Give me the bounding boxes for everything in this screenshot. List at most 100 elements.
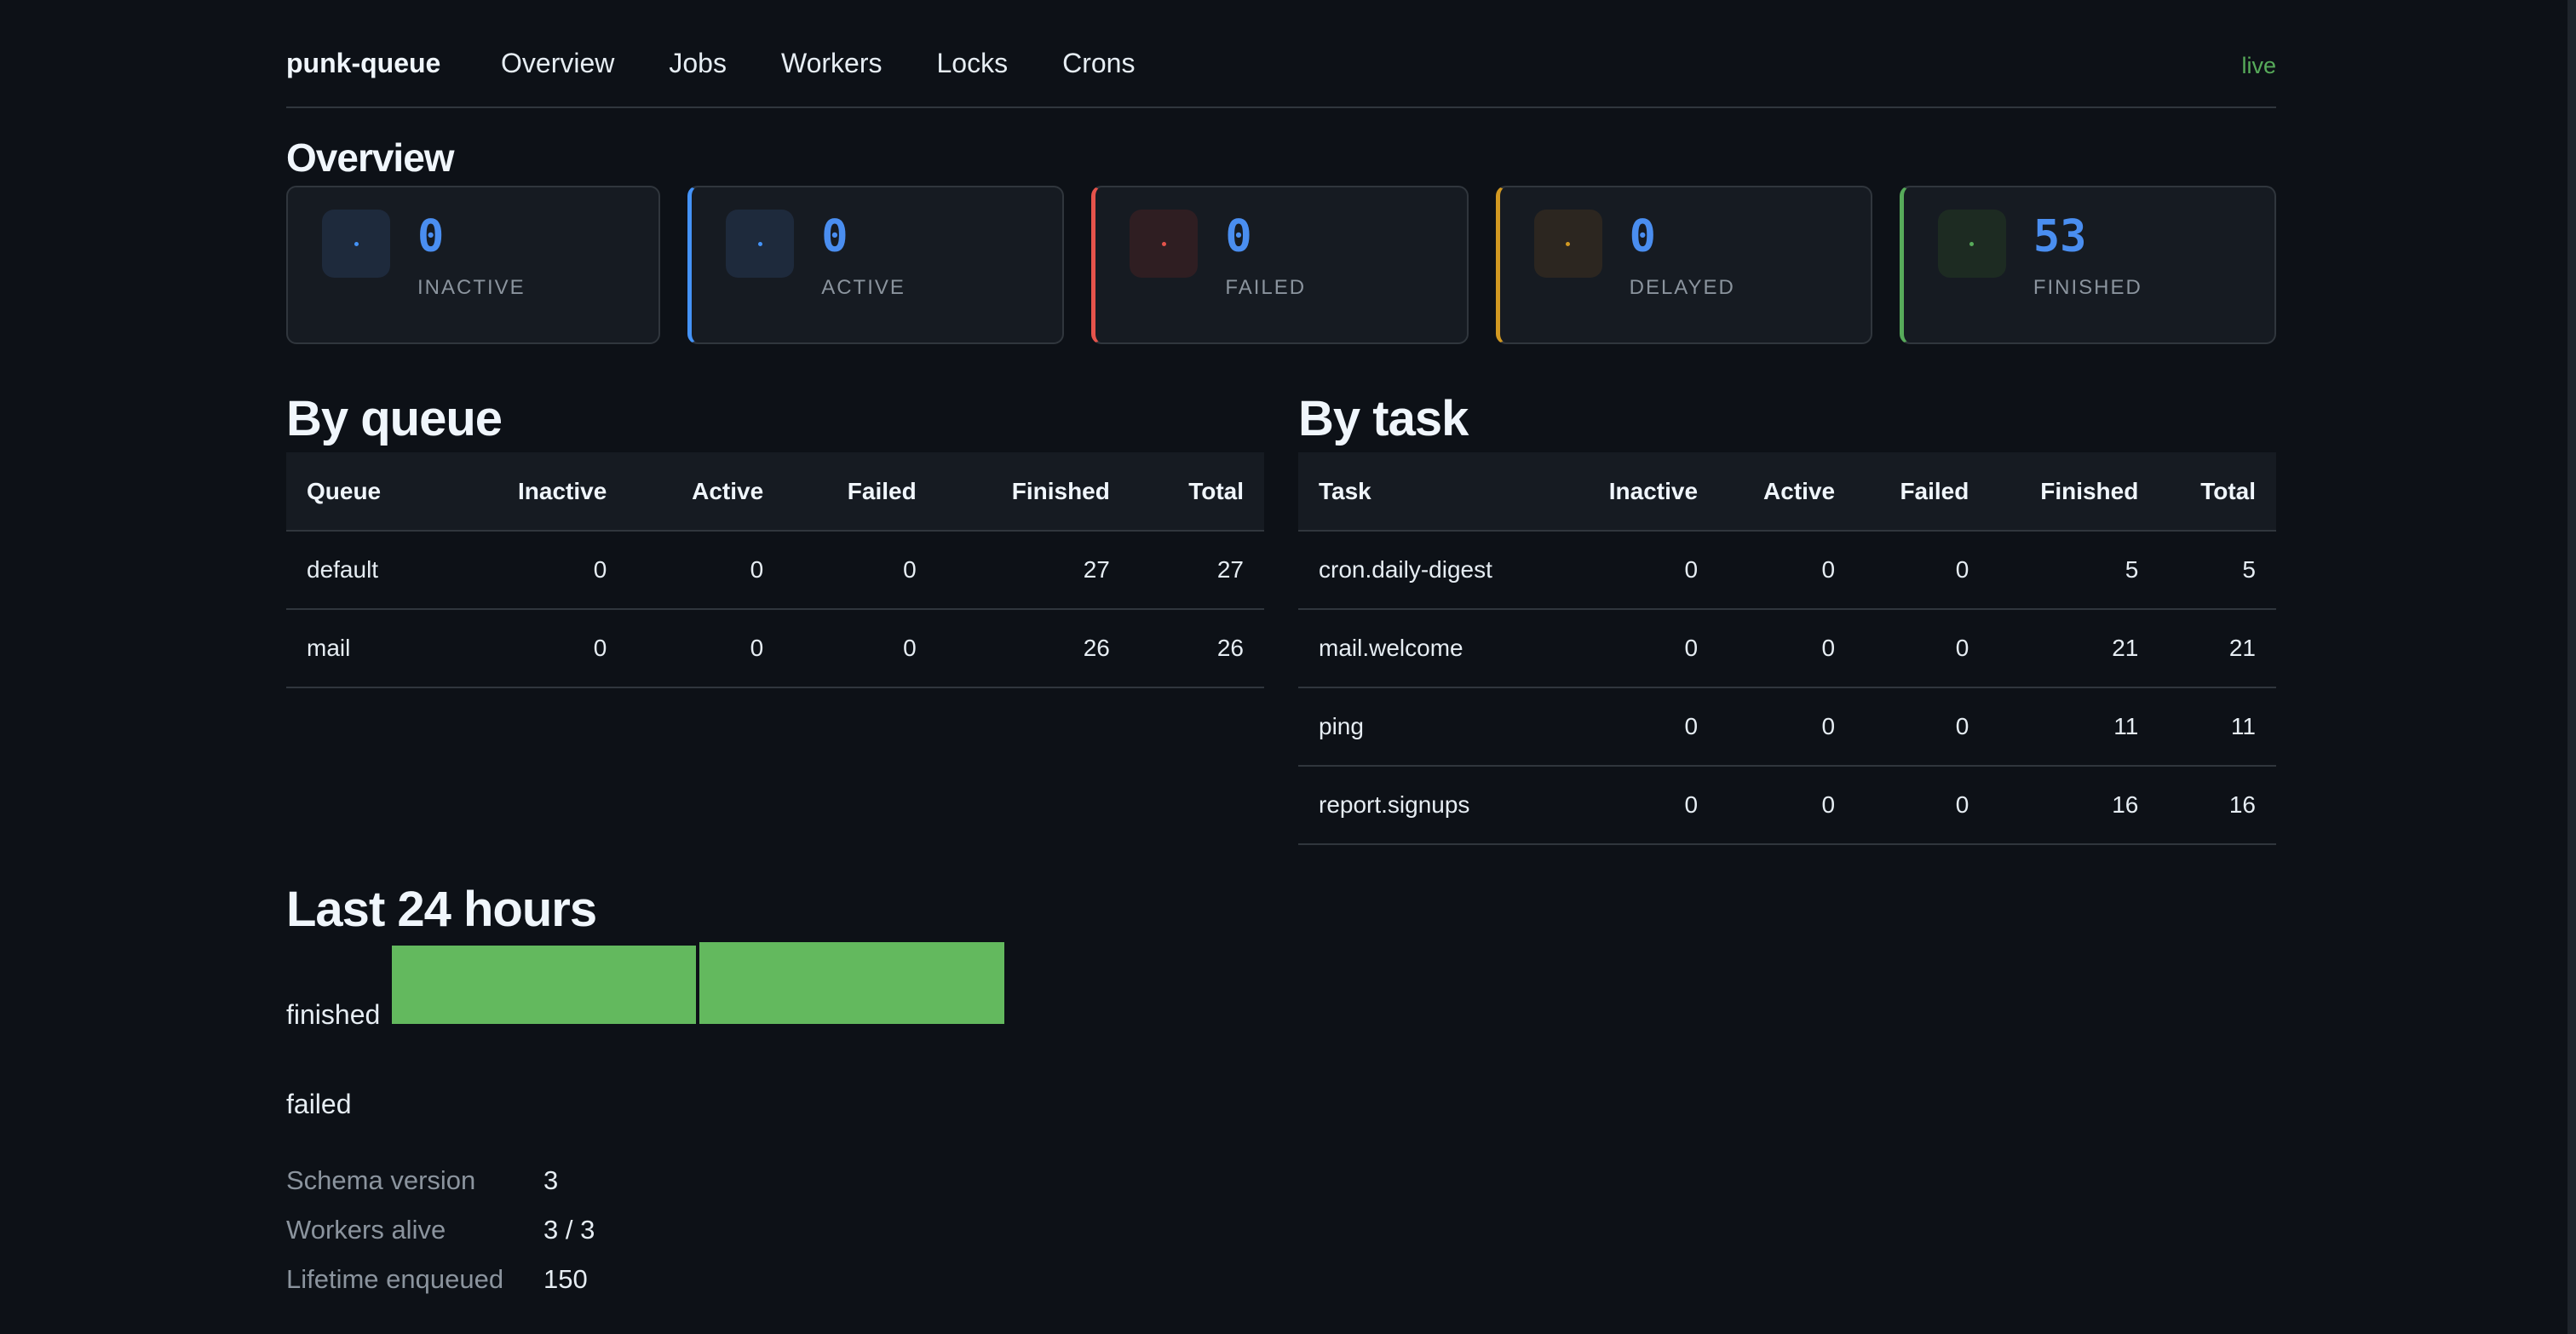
stat-card-delayed: 0 DELAYED — [1495, 186, 1872, 344]
failed-label: failed — [286, 1089, 352, 1119]
cell: 0 — [1718, 687, 1856, 767]
histogram-bar[interactable] — [699, 942, 1004, 1024]
cell: 0 — [784, 609, 937, 688]
table-row: cron.daily-digest 0 0 0 5 5 — [1298, 531, 2276, 610]
cell: 11 — [2159, 687, 2276, 767]
inactive-icon — [322, 210, 390, 278]
nav-link-locks[interactable]: Locks — [936, 48, 1008, 79]
meta-key: Schema version — [286, 1165, 476, 1195]
overview-heading: Overview — [286, 135, 455, 180]
meta-value: 3 — [543, 1165, 559, 1195]
column-header: Finished — [936, 452, 1130, 532]
table-header-row: Queue Inactive Active Failed Finished To… — [286, 452, 1264, 532]
failed-icon — [1130, 210, 1199, 278]
meta-value: 150 — [543, 1264, 588, 1294]
queue-name: default — [286, 531, 447, 610]
table-row: mail 0 0 0 26 26 — [286, 609, 1264, 688]
cell: 27 — [936, 531, 1130, 610]
cell: 5 — [1989, 531, 2159, 610]
by-queue-heading: By queue — [286, 391, 503, 446]
active-icon — [726, 210, 795, 278]
cell: 0 — [446, 531, 628, 610]
stat-value: 0 — [821, 211, 848, 262]
top-nav: punk-queue Overview Jobs Workers Locks C… — [286, 0, 2276, 108]
table-row: report.signups 0 0 0 16 16 — [1298, 766, 2276, 845]
meta-value: 3 / 3 — [543, 1215, 595, 1245]
meta-row: Workers alive 3 / 3 — [286, 1215, 797, 1264]
meta-key: Workers alive — [286, 1215, 446, 1245]
table-header-row: Task Inactive Active Failed Finished Tot… — [1298, 452, 2276, 532]
cell: 26 — [936, 609, 1130, 688]
page: punk-queue Overview Jobs Workers Locks C… — [286, 0, 2277, 1294]
column-header: Active — [627, 452, 785, 532]
last-24-hours-heading: Last 24 hours — [286, 882, 597, 937]
table-row: mail.welcome 0 0 0 21 21 — [1298, 609, 2276, 688]
cell: 0 — [1855, 766, 1990, 845]
column-header: Failed — [1855, 452, 1990, 532]
cell: 0 — [1718, 609, 1856, 688]
histogram-bar[interactable] — [392, 946, 696, 1024]
cell: 21 — [2159, 609, 2276, 688]
nav-link-workers[interactable]: Workers — [781, 48, 883, 79]
column-header: Inactive — [1560, 452, 1719, 532]
stat-label: FINISHED — [2033, 276, 2142, 299]
cell: 0 — [1718, 766, 1856, 845]
task-name: cron.daily-digest — [1298, 531, 1561, 610]
cell: 0 — [1855, 687, 1990, 767]
stat-label: INACTIVE — [417, 276, 526, 299]
cell: 0 — [1855, 531, 1990, 610]
stat-card-finished: 53 FINISHED — [1899, 186, 2277, 344]
table-row: default 0 0 0 27 27 — [286, 531, 1264, 610]
task-name: ping — [1298, 687, 1561, 767]
nav-link-overview[interactable]: Overview — [501, 48, 614, 79]
column-header: Inactive — [446, 452, 628, 532]
stat-card-inactive: 0 INACTIVE — [286, 186, 661, 344]
stat-card-failed: 0 FAILED — [1091, 186, 1469, 344]
stat-label: ACTIVE — [821, 276, 906, 299]
column-header: Finished — [1989, 452, 2159, 532]
cell: 5 — [2159, 531, 2276, 610]
column-header: Active — [1718, 452, 1856, 532]
meta-row: Schema version 3 — [286, 1165, 797, 1215]
live-status: live — [2241, 53, 2276, 78]
stat-value: 0 — [1629, 211, 1656, 262]
meta-row: Lifetime enqueued 150 — [286, 1264, 797, 1314]
stat-value: 0 — [1225, 211, 1252, 262]
column-header: Total — [2159, 452, 2276, 532]
cell: 0 — [784, 531, 937, 610]
cell: 16 — [2159, 766, 2276, 845]
by-task-heading: By task — [1298, 391, 1469, 446]
stat-value: 0 — [417, 211, 445, 262]
column-header: Queue — [286, 452, 447, 532]
task-name: report.signups — [1298, 766, 1561, 845]
finished-label: finished — [286, 999, 381, 1030]
cell: 0 — [446, 609, 628, 688]
cell: 0 — [627, 609, 785, 688]
stat-cards: 0 INACTIVE 0 ACTIVE 0 FAILED 0 DELAYED 5… — [286, 186, 2277, 344]
cell: 27 — [1130, 531, 1264, 610]
cell: 0 — [1560, 766, 1719, 845]
finished-icon — [1937, 210, 2006, 278]
column-header: Failed — [784, 452, 937, 532]
cell: 21 — [1989, 609, 2159, 688]
cell: 0 — [1560, 531, 1719, 610]
queue-name: mail — [286, 609, 447, 688]
system-meta: Schema version 3 Workers alive 3 / 3 Lif… — [286, 1165, 797, 1314]
cell: 0 — [627, 531, 785, 610]
brand-logo[interactable]: punk-queue — [286, 48, 440, 79]
stat-card-active: 0 ACTIVE — [687, 186, 1065, 344]
table-row: ping 0 0 0 11 11 — [1298, 687, 2276, 767]
cell: 26 — [1130, 609, 1264, 688]
column-header: Task — [1298, 452, 1561, 532]
nav-link-crons[interactable]: Crons — [1062, 48, 1135, 79]
by-task-table: Task Inactive Active Failed Finished Tot… — [1298, 452, 2276, 845]
cell: 11 — [1989, 687, 2159, 767]
cell: 0 — [1855, 609, 1990, 688]
meta-key: Lifetime enqueued — [286, 1264, 504, 1294]
cell: 0 — [1560, 687, 1719, 767]
nav-link-jobs[interactable]: Jobs — [669, 48, 727, 79]
task-name: mail.welcome — [1298, 609, 1561, 688]
window-right-edge — [2567, 0, 2576, 1334]
delayed-icon — [1533, 210, 1602, 278]
stat-label: DELAYED — [1629, 276, 1735, 299]
